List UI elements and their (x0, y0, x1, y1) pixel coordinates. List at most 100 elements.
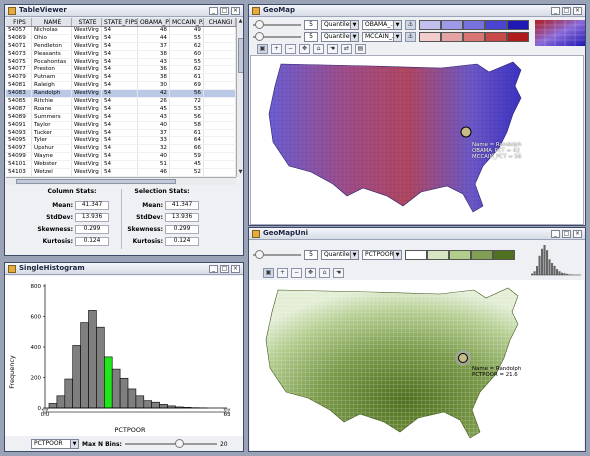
pan-hand-button[interactable]: ☚ (327, 44, 338, 54)
vertical-scroll-thumb[interactable] (238, 38, 243, 73)
color-swatch[interactable] (507, 32, 529, 42)
histogram-bar[interactable] (88, 310, 97, 409)
table-row[interactable]: 54057 Nicholas WestVirg 54 48 49 (6, 27, 236, 35)
table-row[interactable]: 54099 Wayne WestVirg 54 40 59 (6, 153, 236, 162)
column-header[interactable]: NAME (32, 18, 72, 26)
table-viewer-titlebar[interactable]: TableViewer _ □ × (5, 5, 243, 17)
home-button[interactable]: ⌂ (313, 44, 324, 54)
color-legend-2[interactable] (419, 32, 529, 42)
color-swatch[interactable] (441, 32, 463, 42)
vertical-scrollbar[interactable]: ▲ ▼ (236, 18, 243, 177)
variable-select-2[interactable]: MCCAIN_... ▼ (362, 32, 402, 42)
minimize-button[interactable]: _ (551, 230, 560, 238)
histogram-bar[interactable] (143, 400, 153, 409)
table-row[interactable]: 54091 Taylor WestVirg 54 40 58 (6, 121, 236, 130)
color-swatch[interactable] (449, 250, 471, 260)
select-tool-button[interactable]: ▣ (257, 44, 268, 54)
close-button[interactable]: × (231, 265, 240, 273)
histogram-bar[interactable] (80, 322, 89, 409)
color-swatch[interactable] (463, 20, 485, 30)
histogram-bar[interactable] (151, 401, 160, 409)
table-row[interactable]: 54081 Raleigh WestVirg 54 30 69 (6, 82, 236, 91)
zoom-out-button[interactable]: − (291, 268, 302, 278)
maximize-button[interactable]: □ (562, 230, 571, 238)
color-swatch[interactable] (507, 20, 529, 30)
selected-county-marker[interactable] (458, 353, 468, 363)
table-row[interactable]: 54083 Randolph WestVirg 54 42 56 (6, 90, 236, 99)
horizontal-scrollbar[interactable] (6, 177, 236, 185)
univariate-map-view[interactable]: Name = Randolph PCTPOOR = 21.6 (250, 280, 584, 450)
max-bins-slider[interactable] (124, 439, 217, 449)
geomap-titlebar[interactable]: GeoMap _ □ × (249, 5, 585, 17)
table-row[interactable]: 54103 Wetzel WestVirg 54 46 52 (6, 169, 236, 177)
slider-knob[interactable] (255, 250, 264, 259)
slider-knob[interactable] (174, 439, 184, 448)
table-row[interactable]: 54079 Putnam WestVirg 54 38 61 (6, 74, 236, 83)
column-header[interactable]: STATE_FIPS (102, 18, 138, 26)
color-swatch[interactable] (419, 20, 441, 30)
bivariate-map-view[interactable]: Name = Randolph OBAMA_PCT = 42 MCCAIN_PC… (250, 55, 584, 225)
us-county-map[interactable] (251, 56, 583, 224)
table-row[interactable]: 54077 Preston WestVirg 54 36 62 (6, 66, 236, 75)
table-row[interactable]: 54093 Tucker WestVirg 54 37 61 (6, 129, 236, 138)
variable-select[interactable]: PCTPOOR ▼ (362, 250, 402, 260)
color-swatch[interactable] (427, 250, 449, 260)
table-row[interactable]: 54085 Ritchie WestVirg 54 26 72 (6, 98, 236, 106)
histogram-titlebar[interactable]: SingleHistogram _ □ × (5, 263, 243, 275)
pan-hand-button[interactable]: ☚ (333, 268, 344, 278)
color-swatch[interactable] (485, 32, 507, 42)
histogram-bar-highlighted[interactable] (104, 356, 113, 409)
color-swatch[interactable] (419, 32, 441, 42)
table-row[interactable]: 54101 Webster WestVirg 54 51 45 (6, 161, 236, 170)
color-swatch[interactable] (485, 20, 507, 30)
color-legend[interactable] (405, 250, 515, 260)
histogram-bar[interactable] (119, 377, 129, 409)
us-county-map[interactable] (250, 280, 582, 448)
table-row[interactable]: 54075 Pocahontas WestVirg 54 43 55 (6, 58, 236, 67)
classes-slider-2[interactable] (253, 32, 301, 42)
classes-slider-1[interactable] (253, 20, 301, 30)
classification-select-2[interactable]: Quantiles ▼ (321, 32, 359, 42)
classes-input-2[interactable]: 5 (304, 32, 318, 42)
column-header[interactable]: STATE (72, 18, 102, 26)
close-button[interactable]: × (573, 230, 582, 238)
histogram-bar[interactable] (72, 345, 81, 409)
variable-select-1[interactable]: OBAMA_... ▼ (362, 20, 402, 30)
maximize-button[interactable]: □ (562, 7, 571, 15)
maximize-button[interactable]: □ (220, 7, 229, 15)
pan-button[interactable]: ✥ (299, 44, 310, 54)
close-button[interactable]: × (231, 7, 240, 15)
histogram-bar[interactable] (111, 368, 121, 409)
zoom-in-button[interactable]: + (277, 268, 288, 278)
table-row[interactable]: 54069 Ohio WestVirg 54 44 55 (6, 34, 236, 43)
anchor-button-1[interactable]: ⚓ (405, 20, 416, 30)
histogram-bar[interactable] (64, 378, 73, 409)
classification-select-1[interactable]: Quantiles ▼ (321, 20, 359, 30)
selected-county-marker[interactable] (460, 126, 472, 138)
column-header[interactable]: FIPS (6, 18, 32, 26)
slider-knob[interactable] (255, 20, 264, 29)
save-button[interactable]: ▤ (355, 44, 366, 54)
color-swatch[interactable] (441, 20, 463, 30)
minimize-button[interactable]: _ (209, 7, 218, 15)
scroll-down-icon[interactable]: ▼ (237, 169, 243, 177)
pan-button[interactable]: ✥ (305, 268, 316, 278)
select-tool-button[interactable]: ▣ (263, 268, 274, 278)
histogram-bar[interactable] (48, 403, 58, 409)
column-header[interactable]: MCCAIN_P... (170, 18, 204, 26)
table-row[interactable]: 54097 Upshur WestVirg 54 32 66 (6, 145, 236, 154)
column-header[interactable]: CHANGI (204, 18, 236, 26)
close-button[interactable]: × (573, 7, 582, 15)
table-row[interactable]: 54095 Tyler WestVirg 54 33 64 (6, 137, 236, 146)
color-legend-1[interactable] (419, 20, 529, 30)
column-header[interactable]: OBAMA_PCT (138, 18, 170, 26)
minimize-button[interactable]: _ (551, 7, 560, 15)
color-swatch[interactable] (471, 250, 493, 260)
home-button[interactable]: ⌂ (319, 268, 330, 278)
histogram-bar[interactable] (135, 395, 145, 409)
histogram-bar[interactable] (56, 395, 66, 409)
classes-slider[interactable] (253, 250, 301, 260)
classification-select[interactable]: Quantiles ▼ (321, 250, 359, 260)
scroll-up-icon[interactable]: ▲ (237, 18, 243, 26)
color-swatch[interactable] (405, 250, 427, 260)
